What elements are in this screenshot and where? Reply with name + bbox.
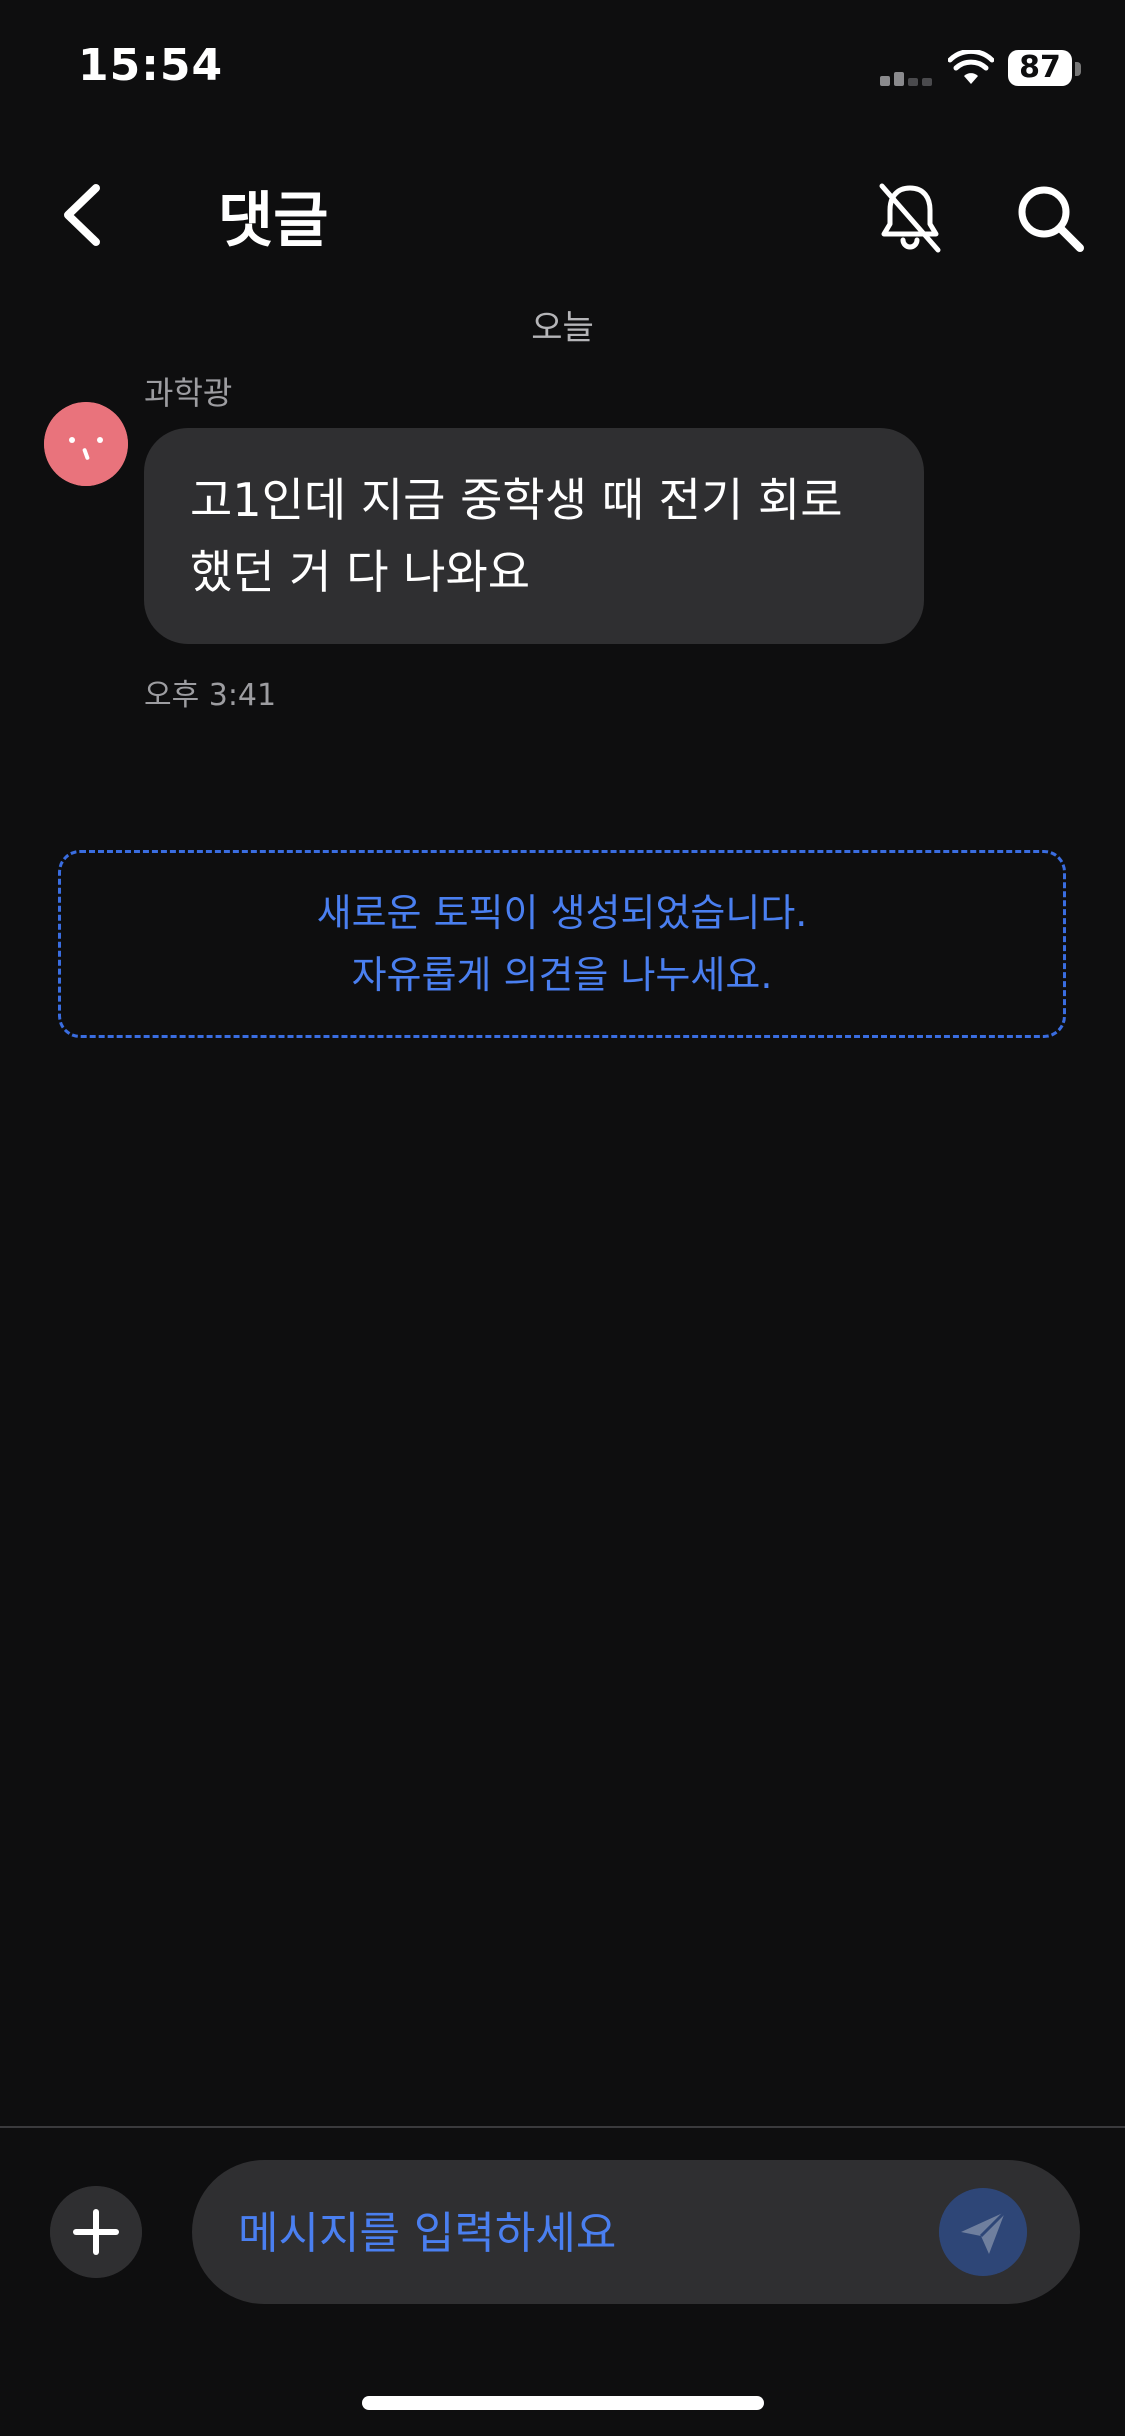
- divider: [0, 2126, 1125, 2128]
- cellular-signal-icon: [880, 68, 938, 86]
- message-time: 오후 3:41: [144, 678, 277, 713]
- message-input[interactable]: [236, 2160, 880, 2306]
- date-separator: 오늘: [531, 308, 594, 348]
- topic-notice: 새로운 토픽이 생성되었습니다. 자유롭게 의견을 나누세요.: [58, 850, 1066, 1038]
- send-icon[interactable]: [939, 2188, 1027, 2276]
- search-icon[interactable]: [1012, 180, 1088, 256]
- bell-off-icon[interactable]: [870, 178, 950, 258]
- chevron-left-icon[interactable]: [50, 170, 120, 260]
- battery-tip: [1075, 62, 1081, 76]
- sender-name: 과학광: [144, 374, 233, 412]
- plus-icon[interactable]: [50, 2186, 142, 2278]
- avatar[interactable]: [44, 402, 128, 486]
- notice-line-1: 새로운 토픽이 생성되었습니다.: [316, 891, 808, 935]
- message-text: 고1인데 지금 중학생 때 전기 회로 했던 거 다 나와요: [190, 473, 843, 599]
- battery-icon: 87: [1008, 50, 1072, 86]
- notice-line-2: 자유롭게 의견을 나누세요.: [351, 953, 773, 997]
- page-title: 댓글: [218, 186, 329, 256]
- home-indicator[interactable]: [362, 2396, 764, 2410]
- wifi-icon: [948, 50, 994, 84]
- message-input-container: [192, 2160, 1080, 2306]
- message-bubble[interactable]: 고1인데 지금 중학생 때 전기 회로 했던 거 다 나와요: [144, 428, 924, 644]
- status-time: 15:54: [78, 40, 224, 91]
